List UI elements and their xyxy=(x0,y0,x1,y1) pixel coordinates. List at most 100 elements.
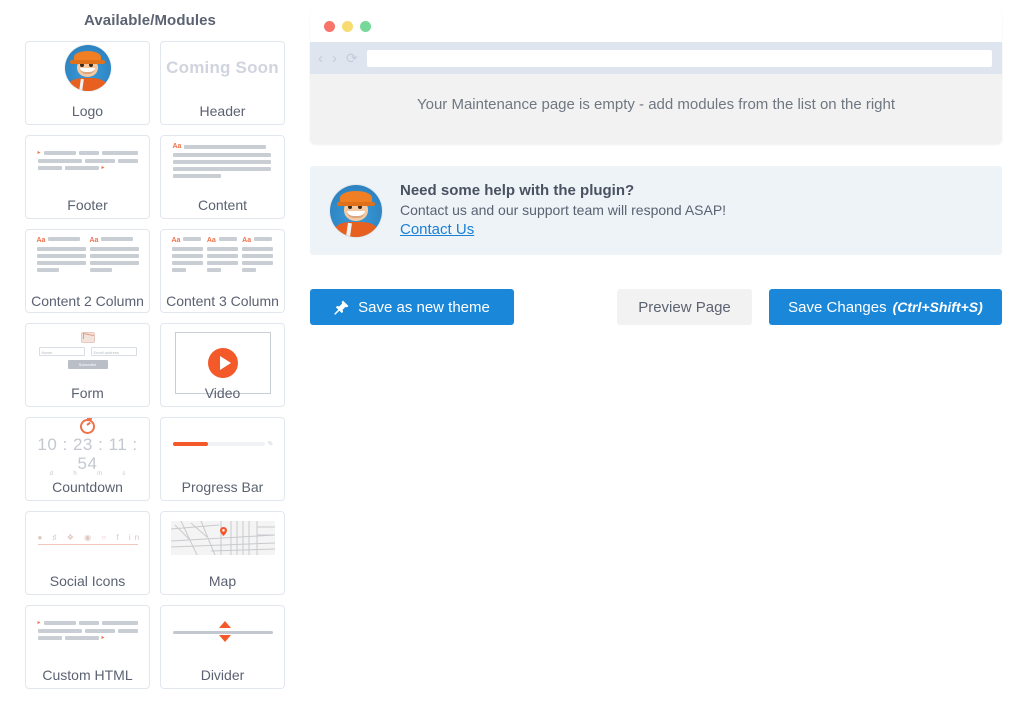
action-buttons-row: Save as new theme Preview Page Save Chan… xyxy=(310,289,1002,325)
header-thumbnail: Coming Soon xyxy=(161,42,284,94)
aa-marker-2: Aa xyxy=(206,236,216,244)
page-preview-window: ‹ › ⟳ Your Maintenance page is empty - a… xyxy=(310,10,1002,144)
coming-soon-text: Coming Soon xyxy=(166,58,279,77)
help-subtext: Contact us and our support team will res… xyxy=(400,202,727,218)
progress-bar-icon: % xyxy=(172,441,273,447)
module-card-progress-bar[interactable]: % Progress Bar xyxy=(160,417,285,501)
back-arrow-icon[interactable]: ‹ xyxy=(318,51,323,66)
aa-marker-2: Aa xyxy=(89,236,99,244)
divider-thumbnail xyxy=(161,606,284,658)
progress-fill xyxy=(172,442,208,446)
progress-percent-label: % xyxy=(268,441,273,447)
module-card-content-2-column[interactable]: Aa Aa Content 2 Column xyxy=(25,229,150,313)
divider-arrows-icon xyxy=(172,618,273,646)
help-text-block: Need some help with the plugin? Contact … xyxy=(400,182,726,239)
module-card-content-3-column[interactable]: Aa Aa Aa Content 3 Column xyxy=(160,229,285,313)
module-label: Form xyxy=(71,385,104,401)
map-thumbnail xyxy=(161,512,284,564)
unit-hours: h xyxy=(73,471,77,477)
progress-track xyxy=(172,442,266,446)
content-2col-icon: Aa Aa xyxy=(36,236,139,275)
reload-icon[interactable]: ⟳ xyxy=(346,50,358,66)
window-maximize-dot[interactable] xyxy=(360,20,371,32)
module-card-custom-html[interactable]: ▸ ▸ Custom HTML xyxy=(25,605,150,689)
divider-line xyxy=(172,631,273,634)
url-input[interactable] xyxy=(366,49,992,67)
play-icon xyxy=(208,348,238,378)
module-label: Video xyxy=(204,385,241,401)
text-lines-icon-2: ▸ ▸ xyxy=(37,620,138,644)
stopwatch-icon xyxy=(80,418,95,434)
module-card-content[interactable]: Aa Content xyxy=(160,135,285,219)
module-card-form[interactable]: Name Email address Subscribe Form xyxy=(25,323,150,407)
module-label: Content xyxy=(197,197,248,213)
thumbtack-icon xyxy=(334,300,349,315)
aa-marker: Aa xyxy=(171,236,181,244)
preview-titlebar xyxy=(310,10,1002,42)
module-label: Divider xyxy=(200,667,245,683)
module-card-social-icons[interactable]: ● ♯ ❖ ◉ ○ f in Social Icons xyxy=(25,511,150,595)
module-label: Social Icons xyxy=(49,573,126,589)
preview-empty-message: Your Maintenance page is empty - add mod… xyxy=(416,96,896,113)
module-label: Footer xyxy=(67,197,108,213)
module-card-video[interactable]: Video xyxy=(160,323,285,407)
module-card-logo[interactable]: Logo xyxy=(25,41,150,125)
forward-arrow-icon[interactable]: › xyxy=(332,51,337,66)
contact-us-link[interactable]: Contact Us xyxy=(400,221,474,238)
help-panel: Need some help with the plugin? Contact … xyxy=(310,166,1002,255)
window-minimize-dot[interactable] xyxy=(342,20,353,32)
module-card-footer[interactable]: ▸ ▸ Footer xyxy=(25,135,150,219)
social-icons-icon: ● ♯ ❖ ◉ ○ f in xyxy=(37,532,144,545)
footer-thumbnail: ▸ ▸ xyxy=(26,136,149,188)
save-as-new-theme-button[interactable]: Save as new theme xyxy=(310,289,514,325)
module-label: Progress Bar xyxy=(181,479,264,495)
module-label: Map xyxy=(208,573,237,589)
module-label: Content 2 Column xyxy=(31,293,144,309)
custom-html-thumbnail: ▸ ▸ xyxy=(26,606,149,658)
content-3col-thumbnail: Aa Aa Aa xyxy=(161,230,284,282)
content-thumbnail: Aa xyxy=(161,136,284,188)
module-label: Content 3 Column xyxy=(166,293,279,309)
maintenance-builder-page: Available/Modules Logo Coming Soon Heade… xyxy=(0,0,1024,713)
module-label: Logo xyxy=(71,103,104,119)
module-card-divider[interactable]: Divider xyxy=(160,605,285,689)
countdown-digits: 10 : 23 : 11 : 54 xyxy=(37,435,138,473)
unit-days: d xyxy=(49,471,53,477)
content-2col-thumbnail: Aa Aa xyxy=(26,230,149,282)
save-as-new-theme-label: Save as new theme xyxy=(358,298,490,316)
map-pin-icon xyxy=(220,527,228,537)
save-changes-button[interactable]: Save Changes (Ctrl+Shift+S) xyxy=(769,289,1002,325)
help-heading: Need some help with the plugin? xyxy=(400,182,635,199)
social-icons-thumbnail: ● ♯ ❖ ◉ ○ f in xyxy=(26,512,149,564)
panel-title: Available/Modules xyxy=(83,12,216,29)
arrow-down-icon xyxy=(218,635,231,642)
available-modules-panel: Available/Modules Logo Coming Soon Heade… xyxy=(0,0,300,713)
form-submit-preview: Subscribe xyxy=(67,359,108,369)
social-underline xyxy=(37,543,138,545)
social-glyph-row: ● ♯ ❖ ◉ ○ f in xyxy=(37,532,144,542)
countdown-timer-icon: 10 : 23 : 11 : 54 d h m s xyxy=(33,418,143,477)
save-changes-label: Save Changes xyxy=(788,298,887,316)
module-label: Countdown xyxy=(52,479,123,495)
aa-marker-3: Aa xyxy=(242,236,252,244)
preview-page-button[interactable]: Preview Page xyxy=(617,289,752,325)
form-name-field-preview: Name xyxy=(38,346,85,356)
mascot-avatar-icon-help xyxy=(330,184,382,237)
aa-marker: Aa xyxy=(36,236,46,244)
module-label: Header xyxy=(199,103,246,119)
form-preview-icon: Name Email address Subscribe xyxy=(36,331,140,369)
preview-canvas[interactable]: Your Maintenance page is empty - add mod… xyxy=(310,74,1002,144)
mascot-avatar-icon xyxy=(64,45,111,91)
map-preview-icon xyxy=(170,521,275,555)
arrow-up-icon xyxy=(218,621,231,628)
content-3col-icon: Aa Aa Aa xyxy=(171,236,274,275)
logo-thumbnail xyxy=(26,42,149,94)
window-close-dot[interactable] xyxy=(324,20,335,32)
module-card-header[interactable]: Coming Soon Header xyxy=(160,41,285,125)
module-card-map[interactable]: Map xyxy=(160,511,285,595)
text-lines-icon: ▸ ▸ xyxy=(37,150,138,174)
module-card-countdown[interactable]: 10 : 23 : 11 : 54 d h m s Countdown xyxy=(25,417,150,501)
editor-main-area: ‹ › ⟳ Your Maintenance page is empty - a… xyxy=(310,0,1010,325)
unit-minutes: m xyxy=(97,471,102,477)
progress-bar-thumbnail: % xyxy=(161,418,284,470)
